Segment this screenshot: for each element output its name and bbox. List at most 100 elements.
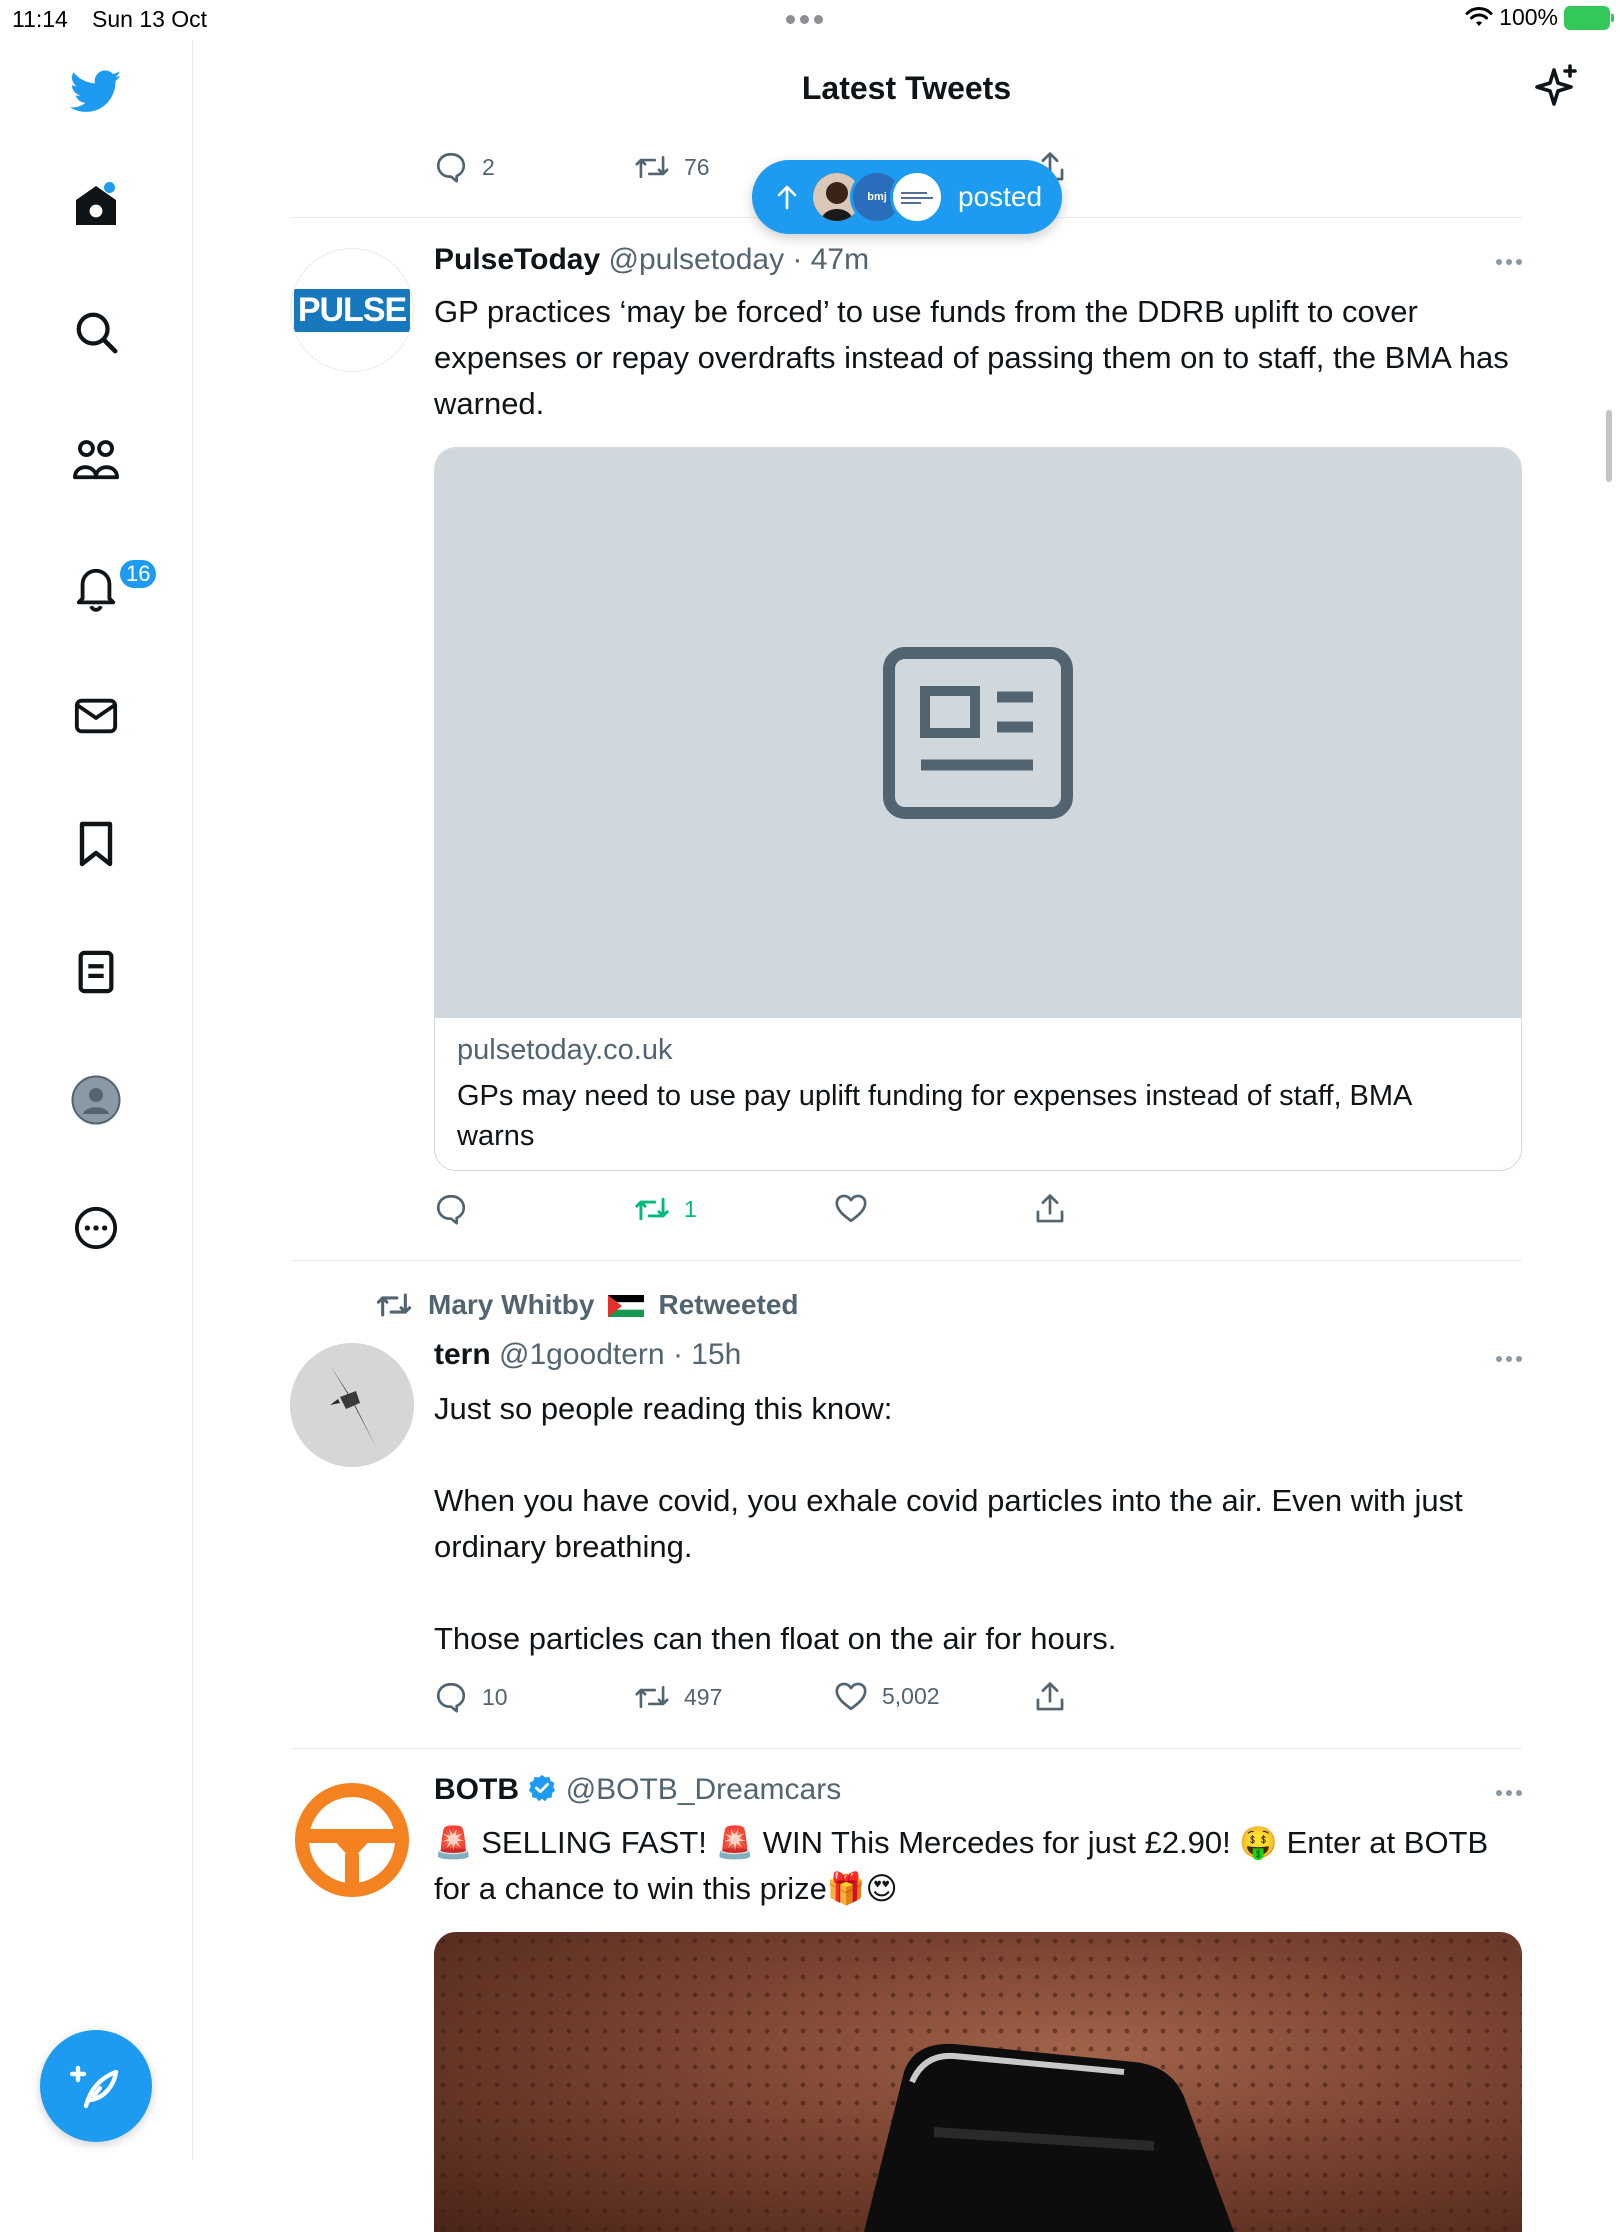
- wifi-icon: [1465, 6, 1493, 29]
- status-time: 11:14: [12, 6, 68, 32]
- retweeted-label: Retweeted: [658, 1289, 799, 1320]
- share-button[interactable]: [1034, 1192, 1066, 1226]
- news-article-icon: [883, 647, 1073, 819]
- tweet-text: 🚨 SELLING FAST! 🚨 WIN This Mercedes for …: [434, 1825, 1497, 1906]
- tweet-header: PulseToday @pulsetoday · 47m: [434, 243, 870, 276]
- compose-feather-icon: [70, 2060, 122, 2112]
- tweet-header: BOTB @BOTB_Dreamcars: [434, 1773, 841, 1807]
- reply-button[interactable]: 2: [434, 150, 495, 184]
- heart-icon: [835, 1682, 867, 1711]
- tweet-more-button[interactable]: [1496, 259, 1522, 265]
- new-posts-label: posted: [958, 181, 1043, 212]
- home-unread-dot: [104, 182, 115, 193]
- avatar-botb[interactable]: [290, 1778, 414, 1902]
- new-posts-avatars: bmj: [810, 170, 944, 224]
- avatar-pulse-text: PULSE: [293, 288, 411, 332]
- notifications-badge: 16: [118, 558, 159, 590]
- nav-profile[interactable]: [66, 1070, 126, 1130]
- nav-more[interactable]: [66, 1198, 126, 1258]
- share-button[interactable]: [1034, 1680, 1066, 1714]
- link-card[interactable]: pulsetoday.co.uk GPs may need to use pay…: [434, 447, 1522, 1171]
- like-button[interactable]: [834, 1192, 868, 1224]
- search-icon: [73, 309, 119, 355]
- sidebar: 16: [0, 40, 193, 2160]
- arrow-up-icon: [776, 184, 798, 210]
- status-date: Sun 13 Oct: [92, 6, 208, 32]
- mail-icon: [73, 696, 119, 736]
- profile-avatar: [71, 1075, 121, 1125]
- tweet-actions: 1: [434, 1192, 1134, 1228]
- scrollbar[interactable]: [1606, 410, 1612, 482]
- tweet-author-handle[interactable]: @pulsetoday: [609, 243, 785, 276]
- retweet-button[interactable]: 497: [634, 1680, 722, 1714]
- retweet-button[interactable]: 76: [634, 150, 710, 184]
- nav-bookmarks[interactable]: [66, 814, 126, 874]
- retweet-button[interactable]: 1: [634, 1192, 697, 1226]
- reply-count: 10: [482, 1683, 508, 1710]
- timeline-toggle-button[interactable]: [1534, 64, 1578, 112]
- tweet-author-handle[interactable]: @BOTB_Dreamcars: [566, 1773, 842, 1806]
- tweet-more-button[interactable]: [1496, 1356, 1522, 1362]
- tweet-text: GP practices ‘may be forced’ to use fund…: [434, 294, 1518, 421]
- tweet-actions: 10 497 5,002: [434, 1680, 1134, 1716]
- tweet-author-name[interactable]: tern: [434, 1338, 491, 1371]
- compose-tweet-button[interactable]: [40, 2030, 152, 2142]
- tweet-time[interactable]: 47m: [811, 243, 869, 276]
- share-icon: [1036, 1682, 1064, 1711]
- bell-icon: [73, 564, 119, 612]
- reply-button[interactable]: 10: [434, 1680, 508, 1714]
- nav-lists[interactable]: [66, 942, 126, 1002]
- tweet-more-button[interactable]: [1496, 1790, 1522, 1796]
- tweet-time[interactable]: 15h: [691, 1338, 741, 1371]
- tweet-author-handle[interactable]: @1goodtern: [499, 1338, 665, 1371]
- link-card-domain: pulsetoday.co.uk: [457, 1034, 673, 1066]
- tweet-author-name[interactable]: PulseToday: [434, 243, 600, 276]
- timeline-header: Latest Tweets: [193, 40, 1620, 140]
- tweet-author-name[interactable]: BOTB: [434, 1773, 519, 1806]
- retweeted-by-row: Mary Whitby Retweeted: [374, 1288, 799, 1322]
- verified-badge-icon: [527, 1773, 557, 1803]
- new-posts-pill[interactable]: bmj posted: [752, 160, 1062, 234]
- like-button[interactable]: 5,002: [834, 1680, 940, 1712]
- reply-button[interactable]: [434, 1192, 468, 1226]
- link-card-image: [435, 448, 1521, 1018]
- reply-icon: [436, 1682, 466, 1713]
- tweet-text: Just so people reading this know: When y…: [434, 1391, 1463, 1656]
- retweet-count: 497: [684, 1683, 723, 1710]
- retweeter-name[interactable]: Mary Whitby: [428, 1289, 594, 1321]
- more-circle-icon: [73, 1205, 119, 1251]
- battery-icon: [1564, 5, 1614, 30]
- bookmark-icon: [76, 820, 116, 868]
- multitasking-dots[interactable]: [786, 15, 823, 24]
- nav-search[interactable]: [66, 302, 126, 362]
- twitter-logo-icon[interactable]: [66, 62, 126, 122]
- heart-icon: [835, 1194, 867, 1223]
- nav-communities[interactable]: [66, 430, 126, 490]
- palestine-flag-icon: [608, 1289, 645, 1321]
- lists-icon: [76, 949, 116, 995]
- avatar-tern[interactable]: [290, 1343, 414, 1467]
- link-card-title: GPs may need to use pay uplift funding f…: [457, 1080, 1411, 1152]
- retweet-count: 1: [684, 1195, 697, 1222]
- reply-count: 2: [482, 153, 495, 180]
- sparkle-icon: [1534, 64, 1578, 112]
- retweet-icon: [635, 1197, 669, 1221]
- like-count: 5,002: [882, 1682, 940, 1709]
- battery-percent: 100%: [1499, 4, 1558, 30]
- tweet-header: tern @1goodtern · 15h: [434, 1338, 742, 1371]
- retweet-icon: [376, 1293, 412, 1317]
- reply-icon: [436, 152, 466, 183]
- avatar-pulsetoday[interactable]: PULSE: [290, 248, 414, 372]
- communities-icon: [71, 437, 121, 483]
- pill-avatar: [890, 170, 944, 224]
- reply-icon: [436, 1194, 466, 1225]
- share-icon: [1036, 1194, 1064, 1223]
- tweet-divider: [290, 1748, 1522, 1749]
- tweet-media-photo[interactable]: [434, 1932, 1522, 2232]
- retweet-icon: [635, 155, 669, 179]
- nav-messages[interactable]: [66, 686, 126, 746]
- status-bar: 11:14 Sun 13 Oct 100%: [0, 0, 1620, 40]
- nav-home[interactable]: [66, 176, 126, 236]
- nav-notifications[interactable]: 16: [66, 558, 159, 618]
- tweet-divider: [290, 1260, 1522, 1261]
